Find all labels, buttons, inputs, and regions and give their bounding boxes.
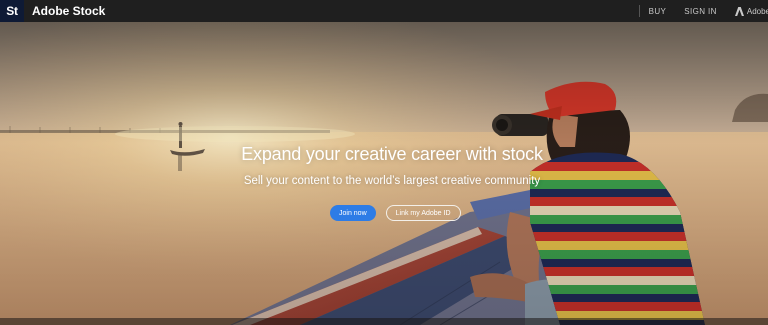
hero-cta-row: Join now Link my Adobe ID: [330, 205, 461, 221]
hero-headline: Expand your creative career with stock: [241, 144, 543, 164]
adobe-stock-logo[interactable]: St: [0, 0, 24, 22]
adobe-link[interactable]: Adobe: [734, 6, 768, 16]
hero-banner: Expand your creative career with stock S…: [0, 22, 768, 325]
hero-background-image: [0, 22, 768, 325]
top-navigation: St Adobe Stock BUY SIGN IN Adobe: [0, 0, 768, 22]
adobe-link-label: Adobe: [746, 6, 768, 16]
nav-divider: [638, 5, 640, 17]
nav-right: BUY SIGN IN Adobe: [638, 0, 768, 22]
logo-text: St: [6, 4, 18, 18]
link-adobe-id-button[interactable]: Link my Adobe ID: [385, 205, 461, 221]
adobe-logo-icon: [734, 6, 744, 16]
sign-in-link[interactable]: SIGN IN: [684, 7, 717, 16]
hero-subheadline: Sell your content to the world’s largest…: [243, 175, 541, 187]
join-now-button[interactable]: Join now: [330, 205, 376, 221]
buy-link[interactable]: BUY: [649, 7, 667, 16]
brand-name[interactable]: Adobe Stock: [32, 4, 105, 18]
